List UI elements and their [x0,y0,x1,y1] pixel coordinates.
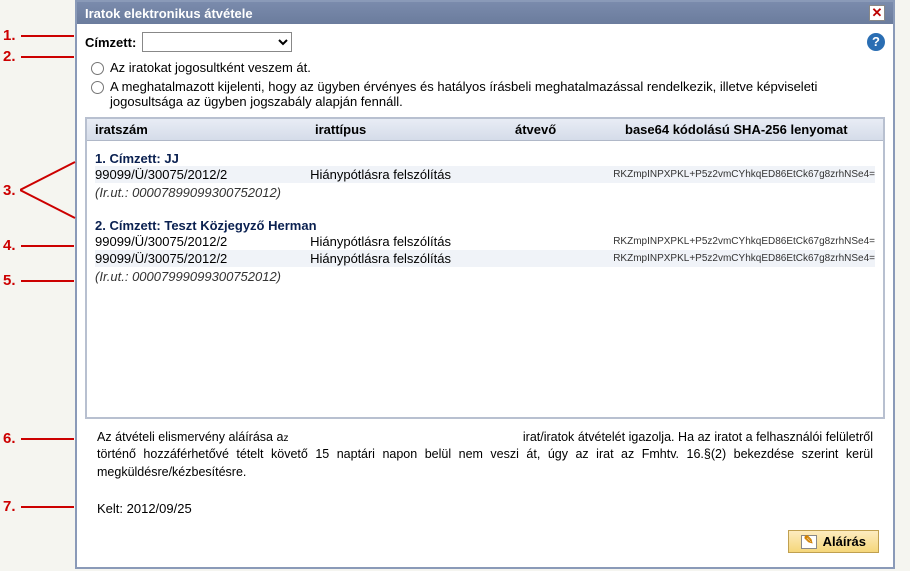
radio-meghatalmazott-label: A meghatalmazott kijelenti, hogy az ügyb… [110,79,885,109]
radio-meghatalmazott[interactable] [91,81,104,94]
window-title: Iratok elektronikus átvétele [85,6,253,21]
cell-sha: RKZmpINPXPKL+P5z2vmCYhkqED86EtCk67g8zrhN… [613,253,875,264]
table-row: 99099/Ü/30075/2012/2 Hiánypótlásra felsz… [95,250,875,267]
cell-iratszam: 99099/Ü/30075/2012/2 [95,167,310,182]
table-row: 99099/Ü/30075/2012/2 Hiánypótlásra felsz… [95,166,875,183]
annotation-7: 7. [3,498,16,515]
cell-sha: RKZmpINPXPKL+P5z2vmCYhkqED86EtCk67g8zrhN… [613,169,875,180]
annotation-3: 3. [3,182,16,199]
radio-jogosult[interactable] [91,62,104,75]
footer-text: Az átvételi elismervény aláírása az irat… [85,419,885,486]
dialog-window: Iratok elektronikus átvétele ✕ Címzett: … [75,0,895,569]
cell-irattipus: Hiánypótlásra felszólítás [310,167,506,182]
cell-iratszam: 99099/Ü/30075/2012/2 [95,251,310,266]
annotation-4: 4. [3,237,16,254]
cell-irattipus: Hiánypótlásra felszólítás [310,234,506,249]
annotation-layer: 1. 2. 3. 4. 5. 6. 7. [0,0,75,571]
radio-row-2[interactable]: A meghatalmazott kijelenti, hogy az ügyb… [91,79,885,109]
kelt-label: Kelt: [97,501,123,516]
th-iratszam: iratszám [87,119,307,140]
table-body: 1. Címzett: JJ 99099/Ü/30075/2012/2 Hián… [87,141,883,417]
irut-2: (Ir.ut.: 00007999099300752012) [95,269,875,284]
annotation-5: 5. [3,272,16,289]
cimzett-label: Címzett: [85,35,136,50]
group-header-2: 2. Címzett: Teszt Közjegyző Herman [95,218,875,233]
cell-sha: RKZmpINPXPKL+P5z2vmCYhkqED86EtCk67g8zrhN… [613,236,875,247]
annotation-1: 1. [3,27,16,44]
sign-icon [801,535,817,549]
table-header: iratszám irattípus átvevő base64 kódolás… [87,119,883,141]
sign-button-label: Aláírás [823,534,866,549]
group-header-1: 1. Címzett: JJ [95,151,875,166]
th-atvevo: átvevő [507,119,617,140]
action-bar: Aláírás [85,524,885,559]
sign-button[interactable]: Aláírás [788,530,879,553]
annotation-6: 6. [3,430,16,447]
th-irattipus: irattípus [307,119,507,140]
close-button[interactable]: ✕ [869,5,885,21]
documents-table: iratszám irattípus átvevő base64 kódolás… [85,117,885,419]
radio-jogosult-label: Az iratokat jogosultként veszem át. [110,60,311,75]
th-sha: base64 kódolású SHA-256 lenyomat [617,119,883,140]
table-row: 99099/Ü/30075/2012/2 Hiánypótlásra felsz… [95,233,875,250]
cimzett-select[interactable] [142,32,292,52]
cimzett-row: Címzett: [85,32,292,52]
kelt-row: Kelt: 2012/09/25 [85,485,885,524]
content-area: Címzett: ? Az iratokat jogosultként vesz… [77,24,893,567]
help-icon[interactable]: ? [867,33,885,51]
cell-irattipus: Hiánypótlásra felszólítás [310,251,506,266]
cell-iratszam: 99099/Ü/30075/2012/2 [95,234,310,249]
annotation-2: 2. [3,48,16,65]
radio-row-1[interactable]: Az iratokat jogosultként veszem át. [91,60,885,75]
irut-1: (Ir.ut.: 00007899099300752012) [95,185,875,200]
kelt-date: 2012/09/25 [127,501,192,516]
titlebar: Iratok elektronikus átvétele ✕ [77,2,893,24]
top-row: Címzett: ? [85,32,885,52]
